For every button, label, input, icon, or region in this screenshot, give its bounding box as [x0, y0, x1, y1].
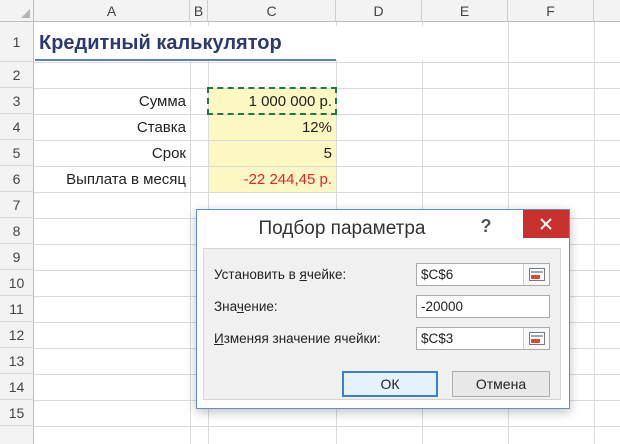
label-sum[interactable]: Сумма [35, 89, 190, 114]
cell-c6-payment[interactable]: -22 244,45 р. [209, 167, 336, 192]
gridline [34, 426, 620, 427]
cell-c5-term[interactable]: 5 [209, 141, 336, 166]
column-header-b[interactable]: B [190, 0, 208, 22]
column-header-a[interactable]: A [34, 0, 190, 22]
row-header-8[interactable]: 8 [0, 218, 34, 244]
label-payment[interactable]: Выплата в месяц [35, 167, 190, 192]
row-header-11[interactable]: 11 [0, 296, 34, 322]
row-header-2[interactable]: 2 [0, 62, 34, 88]
change-cell-field[interactable]: $C$3 [416, 327, 550, 350]
close-icon [540, 218, 552, 230]
gridline [594, 22, 595, 444]
row-header-15[interactable]: 15 [0, 400, 34, 426]
row-header-14[interactable]: 14 [0, 374, 34, 400]
collapse-dialog-icon [528, 268, 545, 281]
change-cell-value: $C$3 [421, 331, 454, 346]
row-header-1[interactable]: 1 [0, 22, 34, 62]
value-label: Значение: [214, 299, 278, 314]
column-header-d[interactable]: D [336, 0, 422, 22]
dialog-body: Установить в ячейке: $C$6 Значение: -200… [203, 248, 561, 400]
label-rate[interactable]: Ставка [35, 115, 190, 140]
cancel-button[interactable]: Отмена [452, 371, 550, 397]
gridline [34, 192, 620, 193]
ok-button[interactable]: ОК [342, 371, 438, 397]
goal-seek-dialog: Подбор параметра ? Установить в ячейке: … [196, 209, 570, 409]
set-cell-value: $C$6 [421, 267, 454, 282]
column-header-f[interactable]: F [508, 0, 594, 22]
row-header-9[interactable]: 9 [0, 244, 34, 270]
row-header-5[interactable]: 5 [0, 140, 34, 166]
set-cell-ref-button[interactable] [523, 264, 549, 285]
set-cell-field[interactable]: $C$6 [416, 263, 550, 286]
help-button[interactable]: ? [471, 212, 501, 240]
cell-c3-sum[interactable]: 1 000 000 р. [209, 89, 336, 114]
label-term[interactable]: Срок [35, 141, 190, 166]
set-cell-label: Установить в ячейке: [214, 267, 347, 282]
column-header-g[interactable] [594, 0, 620, 22]
column-header-e[interactable]: E [422, 0, 508, 22]
gridline [34, 62, 620, 63]
row-header-4[interactable]: 4 [0, 114, 34, 140]
sheet-title[interactable]: Кредитный калькулятор [35, 26, 435, 60]
row-header-12[interactable]: 12 [0, 322, 34, 348]
title-underline [35, 59, 336, 61]
change-cell-ref-button[interactable] [523, 328, 549, 349]
row-header-6[interactable]: 6 [0, 166, 34, 192]
row-header-7[interactable]: 7 [0, 192, 34, 218]
value-field[interactable]: -20000 [416, 295, 550, 318]
cell-c4-rate[interactable]: 12% [209, 115, 336, 140]
gridline [190, 22, 191, 444]
row-header-16[interactable] [0, 426, 34, 444]
collapse-dialog-icon [528, 332, 545, 345]
row-header-10[interactable]: 10 [0, 270, 34, 296]
change-cell-label: Изменяя значение ячейки: [214, 331, 381, 346]
column-header-c[interactable]: C [208, 0, 336, 22]
row-header-13[interactable]: 13 [0, 348, 34, 374]
dialog-title: Подбор параметра [258, 218, 426, 239]
select-all-corner[interactable] [0, 0, 34, 22]
close-button[interactable] [523, 210, 569, 238]
row-header-3[interactable]: 3 [0, 88, 34, 114]
